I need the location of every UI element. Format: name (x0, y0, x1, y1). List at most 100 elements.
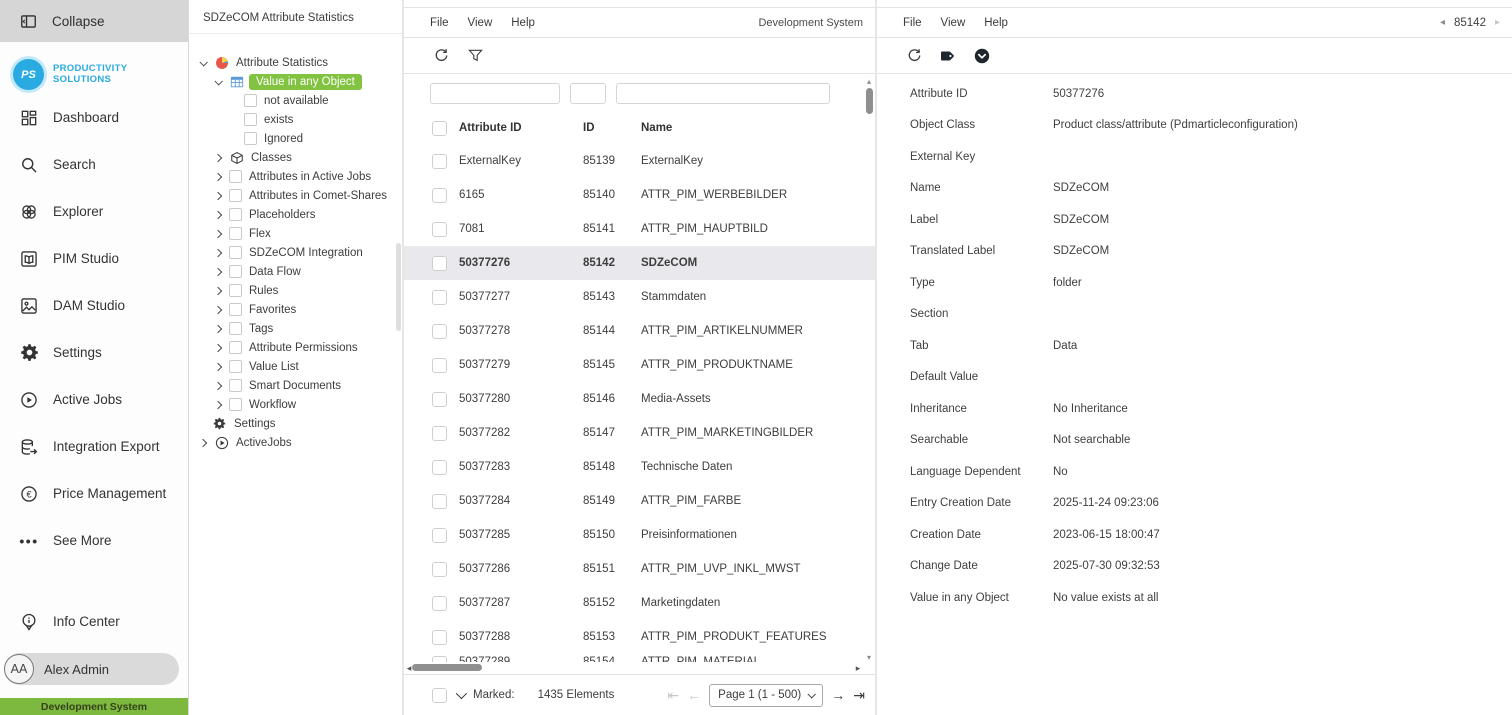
table-row[interactable]: 5037728285147ATTR_PIM_MARKETINGBILDER (404, 416, 875, 450)
sidebar-item-active-jobs[interactable]: Active Jobs (0, 376, 188, 423)
list-menu-file[interactable]: File (430, 17, 449, 29)
user-menu[interactable]: AA Alex Admin (4, 653, 179, 685)
row-checkbox[interactable] (432, 358, 447, 373)
scroll-up-icon[interactable]: ▴ (867, 77, 871, 86)
tree-item-classes[interactable]: Classes (189, 148, 402, 167)
tree-item-not-available[interactable]: not available (189, 91, 402, 110)
table-row[interactable]: 5037728885153ATTR_PIM_PRODUKT_FEATURES (404, 620, 875, 654)
row-checkbox[interactable] (432, 256, 447, 271)
row-checkbox[interactable] (432, 528, 447, 543)
tree-item-checkbox[interactable] (229, 265, 242, 278)
refresh-button[interactable] (432, 47, 450, 65)
tree-expander-expand-icon[interactable] (212, 250, 224, 256)
sidebar-item-info-center[interactable]: Info Center (0, 598, 188, 645)
table-row[interactable]: 5037727685142SDZeCOM (404, 246, 875, 280)
tree-expander-collapse-icon[interactable] (212, 79, 224, 85)
table-row[interactable]: 5037728785152Marketingdaten (404, 586, 875, 620)
circle-down-button[interactable] (973, 47, 991, 65)
next-record-icon[interactable]: ▸ (1495, 17, 1500, 28)
footer-select-all-checkbox[interactable] (432, 688, 447, 703)
row-checkbox[interactable] (432, 494, 447, 509)
horizontal-scrollbar-thumb[interactable] (412, 664, 482, 671)
filter-name-input[interactable] (616, 83, 830, 104)
column-header-name[interactable]: Name (641, 122, 875, 134)
table-row[interactable]: 5037728585150Preisinformationen (404, 518, 875, 552)
vertical-scrollbar-thumb[interactable] (866, 88, 873, 114)
first-page-icon[interactable]: ⇤ (667, 687, 679, 704)
tree-item-checkbox[interactable] (229, 341, 242, 354)
tree-expander-expand-icon[interactable] (212, 174, 224, 180)
sidebar-item-settings[interactable]: Settings (0, 329, 188, 376)
tree-expander-expand-icon[interactable] (212, 307, 224, 313)
list-menu-view[interactable]: View (468, 17, 493, 29)
sidebar-item-search[interactable]: Search (0, 141, 188, 188)
sidebar-item-see-more[interactable]: •••See More (0, 517, 188, 564)
tree-item-checkbox[interactable] (244, 132, 257, 145)
tree-item-checkbox[interactable] (229, 379, 242, 392)
tree-item-attribute-permissions[interactable]: Attribute Permissions (189, 338, 402, 357)
tree-item-value-in-any-object[interactable]: Value in any Object (189, 72, 402, 91)
column-header-attribute-id[interactable]: Attribute ID (459, 122, 583, 134)
tree-expander-expand-icon[interactable] (197, 440, 209, 446)
marked-chevron-icon[interactable] (456, 688, 467, 699)
header-select-all-checkbox[interactable] (432, 121, 447, 136)
next-page-icon[interactable]: → (831, 687, 845, 703)
tree-expander-expand-icon[interactable] (212, 288, 224, 294)
page-select[interactable]: Page 1 (1 - 500) (709, 684, 823, 707)
scroll-right-icon[interactable]: ▸ (853, 663, 863, 673)
row-checkbox[interactable] (432, 154, 447, 169)
previous-page-icon[interactable]: ← (687, 687, 701, 703)
filter-id-input[interactable] (570, 83, 606, 104)
tree-item-checkbox[interactable] (229, 398, 242, 411)
column-header-id[interactable]: ID (583, 122, 641, 134)
tree-item-checkbox[interactable] (229, 189, 242, 202)
table-row[interactable]: 5037727785143Stammdaten (404, 280, 875, 314)
row-checkbox[interactable] (432, 630, 447, 645)
tree-item-checkbox[interactable] (229, 303, 242, 316)
row-checkbox[interactable] (432, 562, 447, 577)
tree-item-data-flow[interactable]: Data Flow (189, 262, 402, 281)
tree-expander-collapse-icon[interactable] (197, 60, 209, 66)
table-row[interactable]: ExternalKey85139ExternalKey (404, 144, 875, 178)
tree-expander-expand-icon[interactable] (212, 155, 224, 161)
sidebar-item-dam-studio[interactable]: DAM Studio (0, 282, 188, 329)
tree-item-smart-documents[interactable]: Smart Documents (189, 376, 402, 395)
row-checkbox[interactable] (432, 290, 447, 305)
tree-item-checkbox[interactable] (244, 113, 257, 126)
filter-button[interactable] (466, 47, 484, 65)
tree-item-favorites[interactable]: Favorites (189, 300, 402, 319)
tree-expander-expand-icon[interactable] (212, 383, 224, 389)
detail-menu-view[interactable]: View (941, 17, 966, 29)
tree-item-ignored[interactable]: Ignored (189, 129, 402, 148)
table-row[interactable]: 5037728085146Media-Assets (404, 382, 875, 416)
tree-item-activejobs[interactable]: ActiveJobs (189, 433, 402, 452)
tree-item-workflow[interactable]: Workflow (189, 395, 402, 414)
previous-record-icon[interactable]: ◂ (1440, 17, 1445, 28)
tree-item-checkbox[interactable] (244, 94, 257, 107)
tree-item-checkbox[interactable] (229, 322, 242, 335)
row-checkbox[interactable] (432, 426, 447, 441)
last-page-icon[interactable]: ⇥ (853, 687, 865, 704)
table-row[interactable]: 616585140ATTR_PIM_WERBEBILDER (404, 178, 875, 212)
sidebar-item-explorer[interactable]: Explorer (0, 188, 188, 235)
table-row[interactable]: 708185141ATTR_PIM_HAUPTBILD (404, 212, 875, 246)
tree-expander-expand-icon[interactable] (212, 364, 224, 370)
tree-item-tags[interactable]: Tags (189, 319, 402, 338)
table-row[interactable]: 5037728985154ATTR_PIM_MATERIAL (404, 654, 875, 662)
table-row[interactable]: 5037727985145ATTR_PIM_PRODUKTNAME (404, 348, 875, 382)
tree-expander-expand-icon[interactable] (212, 212, 224, 218)
row-checkbox[interactable] (432, 392, 447, 407)
sidebar-item-dashboard[interactable]: Dashboard (0, 94, 188, 141)
sidebar-item-integration-export[interactable]: Integration Export (0, 423, 188, 470)
table-row[interactable]: 5037728385148Technische Daten (404, 450, 875, 484)
scroll-down-icon[interactable]: ▾ (867, 653, 871, 662)
refresh-button[interactable] (905, 47, 923, 65)
tree-item-checkbox[interactable] (229, 246, 242, 259)
tree-item-checkbox[interactable] (229, 208, 242, 221)
tree-item-checkbox[interactable] (229, 170, 242, 183)
row-checkbox[interactable] (432, 222, 447, 237)
tree-item-flex[interactable]: Flex (189, 224, 402, 243)
row-checkbox[interactable] (432, 324, 447, 339)
tree-item-checkbox[interactable] (229, 284, 242, 297)
list-menu-help[interactable]: Help (511, 17, 535, 29)
